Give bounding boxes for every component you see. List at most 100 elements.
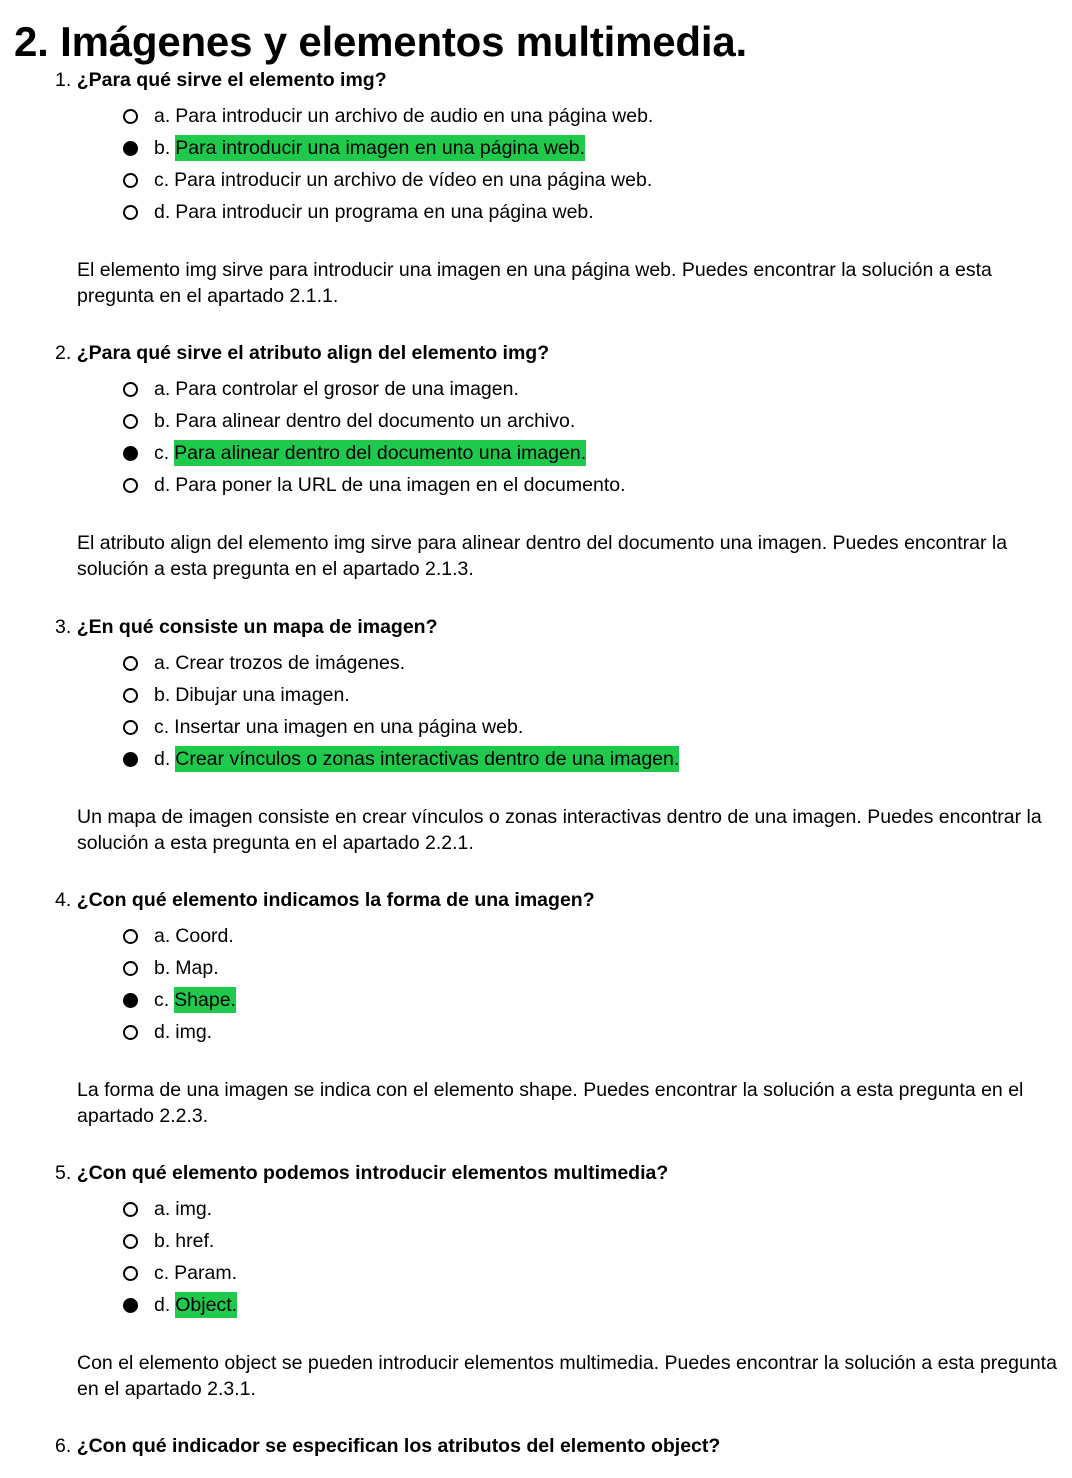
option-letter: a. [154,925,171,947]
option-letter: c. [154,716,170,738]
answer-option-b[interactable]: b. href. [120,1225,237,1257]
correct-answer-highlight: Para alinear dentro del documento una im… [174,440,587,466]
answer-option-c[interactable]: c. Insertar una imagen en una página web… [120,711,679,743]
option-text: Para controlar el grosor de una imagen. [175,378,519,400]
answer-option-d[interactable]: d. Crear vínculos o zonas interactivas d… [120,743,680,775]
answer-feedback: El atributo align del elemento img sirve… [77,532,1008,580]
radio-unselected-icon[interactable] [123,381,138,397]
option-letter: c. [154,1262,170,1284]
answer-option-a[interactable]: a. img. [120,1193,237,1225]
question-text: ¿Para qué sirve el atributo align del el… [76,342,550,364]
answer-option-d[interactable]: d. Object. [120,1289,238,1321]
option-text: Insertar una imagen en una página web. [174,716,524,738]
correct-answer-highlight: Shape. [174,987,236,1013]
question-heading: 6. ¿Con qué indicador se especifican los… [55,1434,720,1458]
answer-option-c[interactable]: c. Para introducir un archivo de vídeo e… [120,164,653,196]
correct-answer-highlight: Crear vínculos o zonas interactivas dent… [175,746,680,772]
option-text: Coord. [175,925,234,947]
option-letter: d. [154,1021,171,1043]
option-letter: a. [154,652,171,674]
radio-unselected-icon[interactable] [123,928,138,944]
option-text: href. [175,1230,215,1252]
answer-feedback: La forma de una imagen se indica con el … [77,1079,1024,1127]
question-number: 1. [55,69,72,91]
radio-unselected-icon[interactable] [123,477,138,493]
question-text: ¿Con qué indicador se especifican los at… [76,1435,721,1457]
answer-option-c[interactable]: c. Para alinear dentro del documento una… [120,437,626,469]
answer-options: a. Para introducir un archivo de audio e… [120,100,653,228]
radio-selected-icon[interactable] [123,445,138,461]
option-letter: d. [154,201,171,223]
answer-option-a[interactable]: a. Para controlar el grosor de una image… [120,373,626,405]
radio-unselected-icon[interactable] [123,1024,138,1040]
option-text: Dibujar una imagen. [175,684,350,706]
option-text: Crear trozos de imágenes. [175,652,406,674]
answer-option-a[interactable]: a. Coord. [120,920,236,952]
question-text: ¿Con qué elemento indicamos la forma de … [76,889,595,911]
question-number: 6. [55,1435,72,1457]
option-text: Para introducir un archivo de vídeo en u… [174,169,653,191]
radio-unselected-icon[interactable] [123,960,138,976]
option-text: Para introducir un programa en una págin… [175,201,594,223]
option-text: Para alinear dentro del documento un arc… [175,410,576,432]
question-number: 4. [55,889,72,911]
question-number: 3. [55,616,72,638]
answer-feedback: Con el elemento object se pueden introdu… [77,1352,1057,1400]
answer-option-b[interactable]: b. Para alinear dentro del documento un … [120,405,626,437]
radio-unselected-icon[interactable] [123,108,138,124]
radio-unselected-icon[interactable] [123,1201,138,1217]
option-text: img. [175,1021,213,1043]
option-letter: a. [154,1198,171,1220]
answer-option-a[interactable]: a. Crear trozos de imágenes. [120,647,679,679]
answer-option-a[interactable]: a. Para introducir un archivo de audio e… [120,100,653,132]
answer-option-d[interactable]: d. Para introducir un programa en una pá… [120,196,653,228]
option-letter: c. [154,169,170,191]
answer-option-d[interactable]: d. Para poner la URL de una imagen en el… [120,469,626,501]
radio-selected-icon[interactable] [123,1297,138,1313]
answer-options: a. img. b. href. c. Param. d. Object. [120,1193,238,1321]
option-text: Map. [175,957,219,979]
option-letter: c. [154,989,170,1011]
answer-feedback: Un mapa de imagen consiste en crear vínc… [77,806,1042,854]
option-letter: a. [154,105,171,127]
radio-unselected-icon[interactable] [123,719,138,735]
question-heading: 1. ¿Para qué sirve el elemento img? [55,68,387,92]
answer-options: a. Crear trozos de imágenes. b. Dibujar … [120,647,680,775]
correct-answer-highlight: Object. [175,1292,238,1318]
option-text: Para introducir un archivo de audio en u… [175,105,654,127]
page-title: 2. Imágenes y elementos multimedia. [14,18,747,65]
option-letter: b. [154,957,171,979]
option-letter: a. [154,378,171,400]
option-letter: d. [154,748,171,770]
question-heading: 5. ¿Con qué elemento podemos introducir … [55,1161,668,1185]
radio-unselected-icon[interactable] [123,1233,138,1249]
answer-option-c[interactable]: c. Param. [120,1257,237,1289]
answer-option-b[interactable]: b. Dibujar una imagen. [120,679,679,711]
option-letter: d. [154,474,171,496]
option-text: Para poner la URL de una imagen en el do… [175,474,626,496]
question-heading: 4. ¿Con qué elemento indicamos la forma … [55,888,595,912]
question-number: 2. [55,342,72,364]
radio-unselected-icon[interactable] [123,413,138,429]
radio-selected-icon[interactable] [123,140,138,156]
option-letter: c. [154,442,170,464]
radio-unselected-icon[interactable] [123,204,138,220]
radio-unselected-icon[interactable] [123,172,138,188]
radio-unselected-icon[interactable] [123,655,138,671]
radio-unselected-icon[interactable] [123,1265,138,1281]
radio-unselected-icon[interactable] [123,687,138,703]
answer-option-c[interactable]: c. Shape. [120,984,236,1016]
option-letter: b. [154,684,171,706]
question-number: 5. [55,1162,72,1184]
answer-option-b[interactable]: b. Map. [120,952,236,984]
answer-options: a. Para controlar el grosor de una image… [120,373,626,501]
answer-option-d[interactable]: d. img. [120,1016,236,1048]
option-letter: b. [154,1230,171,1252]
answer-option-b[interactable]: b. Para introducir una imagen en una pág… [120,132,653,164]
question-heading: 3. ¿En qué consiste un mapa de imagen? [55,615,438,639]
question-text: ¿Con qué elemento podemos introducir ele… [76,1162,669,1184]
answer-feedback: El elemento img sirve para introducir un… [77,259,992,307]
radio-selected-icon[interactable] [123,751,138,767]
radio-selected-icon[interactable] [123,992,138,1008]
option-letter: b. [154,410,171,432]
